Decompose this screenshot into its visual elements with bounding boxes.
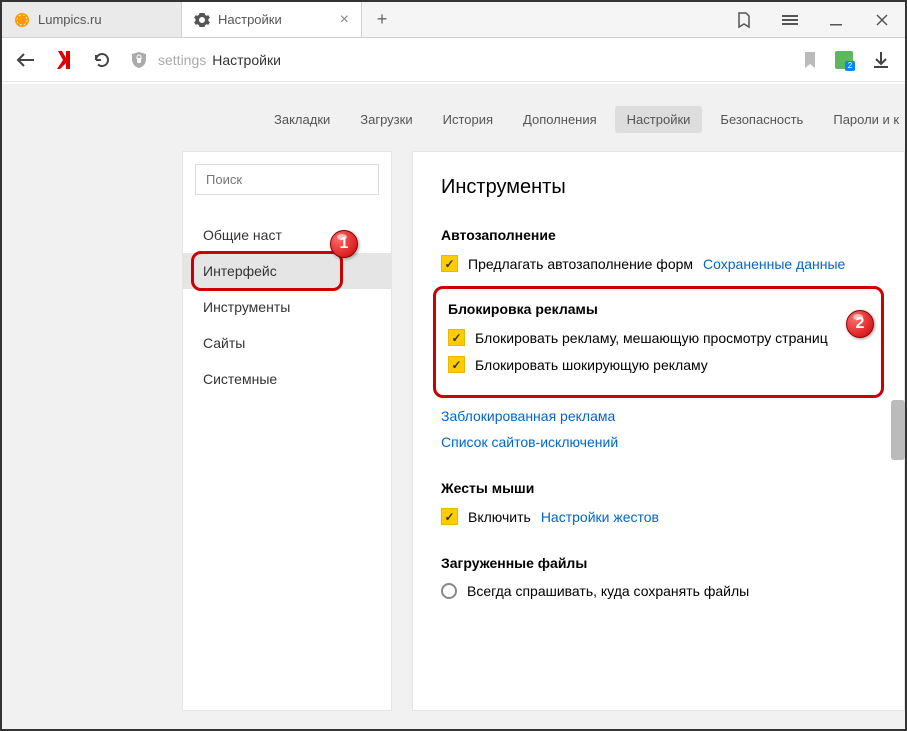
navtab-downloads[interactable]: Загрузки — [348, 106, 424, 133]
tab-lumpics[interactable]: Lumpics.ru — [2, 2, 182, 37]
address-text: settingsНастройки — [158, 52, 281, 68]
search-input[interactable] — [195, 164, 379, 195]
downloads-button[interactable] — [871, 50, 891, 70]
sidebar-item-general[interactable]: Общие наст — [183, 217, 391, 253]
navtab-history[interactable]: История — [431, 106, 505, 133]
address-bar[interactable]: settingsНастройки — [130, 51, 817, 69]
minimize-button[interactable] — [813, 2, 859, 37]
radio-ask-location[interactable] — [441, 583, 457, 599]
gear-icon — [194, 12, 210, 28]
link-blocked-ads[interactable]: Заблокированная реклама — [441, 408, 615, 424]
checkbox-autofill-label: Предлагать автозаполнение форм — [468, 256, 693, 272]
section-downloads-title: Загруженные файлы — [441, 555, 876, 571]
navtab-bookmarks[interactable]: Закладки — [262, 106, 342, 133]
link-saved-data[interactable]: Сохраненные данные — [703, 256, 845, 272]
scrollbar-thumb[interactable] — [891, 400, 905, 460]
navtab-settings[interactable]: Настройки — [615, 106, 703, 133]
checkbox-block-ads[interactable]: ✓ — [448, 329, 465, 346]
tab-settings[interactable]: Настройки × — [182, 2, 362, 37]
yandex-logo-icon[interactable] — [54, 50, 74, 70]
checkbox-block-ads-label: Блокировать рекламу, мешающую просмотру … — [475, 330, 828, 346]
settings-sidebar: Общие наст Интерфейс Инструменты Сайты С… — [182, 151, 392, 711]
navtab-security[interactable]: Безопасность — [708, 106, 815, 133]
checkbox-autofill[interactable]: ✓ — [441, 255, 458, 272]
settings-nav-tabs: Закладки Загрузки История Дополнения Нас… — [2, 84, 905, 143]
checkbox-mouse-gestures-label: Включить — [468, 509, 531, 525]
navtab-passwords[interactable]: Пароли и к — [821, 106, 905, 133]
new-tab-button[interactable]: + — [362, 2, 402, 37]
favicon-lumpics — [14, 12, 30, 28]
back-button[interactable] — [16, 50, 36, 70]
section-autofill-title: Автозаполнение — [441, 227, 876, 243]
window-controls — [721, 2, 905, 37]
extension-icon[interactable] — [835, 51, 853, 69]
link-exception-sites[interactable]: Список сайтов-исключений — [441, 434, 618, 450]
annotation-badge-2: 2 — [846, 310, 874, 338]
menu-button[interactable] — [767, 2, 813, 37]
link-gesture-settings[interactable]: Настройки жестов — [541, 509, 659, 525]
content-area: Закладки Загрузки История Дополнения Нас… — [2, 84, 905, 729]
navtab-addons[interactable]: Дополнения — [511, 106, 609, 133]
section-adblock-title: Блокировка рекламы — [448, 301, 869, 317]
sidebar-item-tools[interactable]: Инструменты — [183, 289, 391, 325]
close-window-button[interactable] — [859, 2, 905, 37]
toolbar: settingsНастройки — [2, 38, 905, 82]
shield-icon — [130, 51, 148, 69]
checkbox-block-shocking[interactable]: ✓ — [448, 356, 465, 373]
radio-ask-location-label: Всегда спрашивать, куда сохранять файлы — [467, 583, 749, 599]
settings-main-panel: Инструменты Автозаполнение ✓ Предлагать … — [412, 151, 905, 711]
sidebar-item-system[interactable]: Системные — [183, 361, 391, 397]
page-title: Инструменты — [441, 176, 876, 199]
bookmark-icon[interactable] — [803, 51, 817, 69]
titlebar: Lumpics.ru Настройки × + — [2, 2, 905, 38]
checkbox-mouse-gestures[interactable]: ✓ — [441, 508, 458, 525]
bookmark-toggle[interactable] — [721, 2, 767, 37]
tab-title: Настройки — [218, 12, 282, 27]
tab-title: Lumpics.ru — [38, 12, 102, 27]
section-mouse-title: Жесты мыши — [441, 480, 876, 496]
checkbox-block-shocking-label: Блокировать шокирующую рекламу — [475, 357, 708, 373]
reload-button[interactable] — [92, 50, 112, 70]
close-icon[interactable]: × — [340, 11, 349, 29]
adblock-section: Блокировка рекламы ✓ Блокировать рекламу… — [433, 286, 884, 398]
sidebar-item-sites[interactable]: Сайты — [183, 325, 391, 361]
sidebar-item-interface[interactable]: Интерфейс — [183, 253, 391, 289]
annotation-badge-1: 1 — [330, 230, 358, 258]
